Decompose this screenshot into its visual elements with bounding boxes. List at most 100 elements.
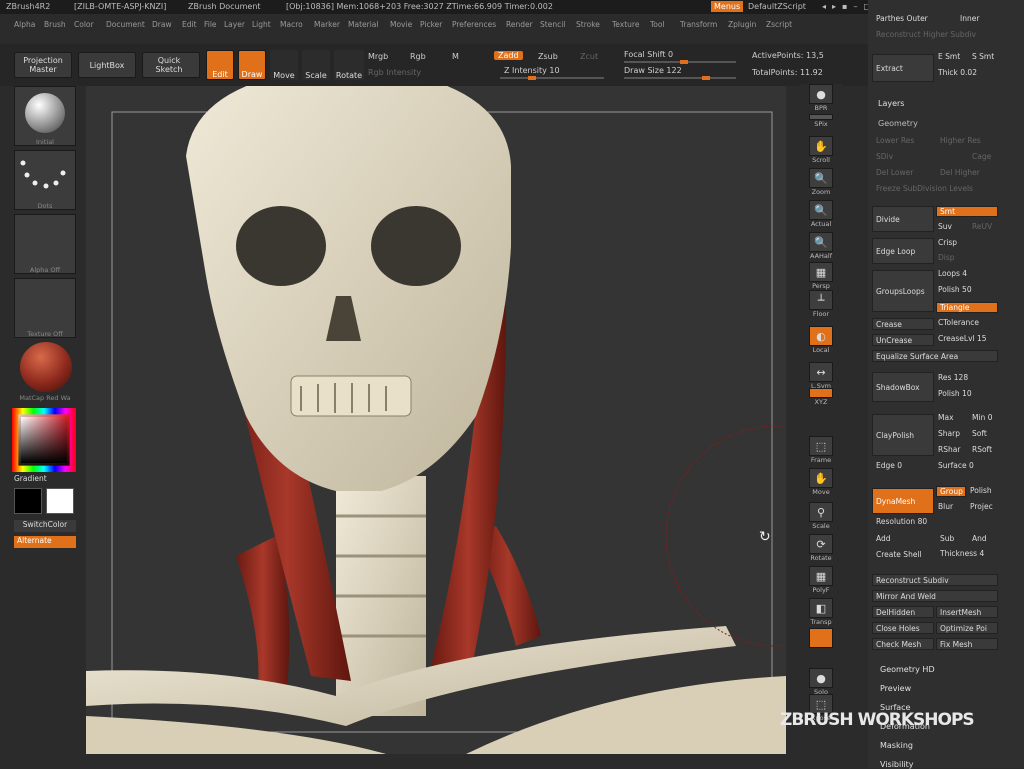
geometry-hd-section[interactable]: Geometry HD <box>880 665 935 674</box>
shelf-zoom-button[interactable]: 🔍 Zoom <box>806 168 836 196</box>
menu-macro[interactable]: Macro <box>280 20 303 29</box>
divide-button[interactable]: Divide <box>872 206 934 232</box>
menu-brush[interactable]: Brush <box>44 20 66 29</box>
check-mesh-button[interactable]: Check Mesh <box>872 638 934 650</box>
geometry-section[interactable]: Geometry <box>878 119 918 128</box>
menu-stroke[interactable]: Stroke <box>576 20 600 29</box>
menu-tool[interactable]: Tool <box>650 20 665 29</box>
cage-button[interactable]: Cage <box>972 152 991 161</box>
close-holes-button[interactable]: Close Holes <box>872 622 934 634</box>
menu-preferences[interactable]: Preferences <box>452 20 496 29</box>
menu-zscript[interactable]: Zscript <box>766 20 792 29</box>
material-thumbnail[interactable] <box>14 342 76 402</box>
menu-texture[interactable]: Texture <box>612 20 639 29</box>
shelf-lsym-button[interactable]: ↔ L.Sym <box>806 362 836 390</box>
soft-slider[interactable]: Soft <box>972 429 987 438</box>
preview-section[interactable]: Preview <box>880 684 911 693</box>
zcut-button[interactable]: Zcut <box>580 52 598 61</box>
shelf-aahalf-button[interactable]: 🔍 AAHalf <box>806 232 836 260</box>
secondary-color-swatch[interactable] <box>14 488 42 514</box>
menu-marker[interactable]: Marker <box>314 20 340 29</box>
color-picker[interactable] <box>12 408 76 472</box>
menu-light[interactable]: Light <box>252 20 271 29</box>
shelf-persp-button[interactable]: ▦ Persp <box>806 262 836 290</box>
z-intensity-slider[interactable]: Z Intensity 10 <box>504 66 560 75</box>
smt-toggle[interactable]: Smt <box>936 206 998 217</box>
alpha-thumbnail[interactable] <box>14 214 76 274</box>
create-shell-button[interactable]: Create Shell <box>876 550 922 559</box>
ctolerance-slider[interactable]: CTolerance <box>938 318 979 327</box>
equalize-surface-area-button[interactable]: Equalize Surface Area <box>872 350 998 362</box>
suv-toggle[interactable]: Suv <box>938 222 952 231</box>
menu-zplugin[interactable]: Zplugin <box>728 20 756 29</box>
shelf-frame-button[interactable]: ⬚ Frame <box>806 436 836 464</box>
edit-button[interactable]: Edit <box>206 50 234 80</box>
lower-res-button[interactable]: Lower Res <box>876 136 914 145</box>
menu-transform[interactable]: Transform <box>680 20 717 29</box>
shelf-scale-button[interactable]: ⚲ Scale <box>806 502 836 530</box>
primary-color-swatch[interactable] <box>46 488 74 514</box>
z-intensity-track[interactable] <box>500 76 604 80</box>
menu-color[interactable]: Color <box>74 20 94 29</box>
resolution-slider[interactable]: Resolution 80 <box>876 517 927 526</box>
brush-thumbnail[interactable] <box>14 86 76 146</box>
menu-edit[interactable]: Edit <box>182 20 197 29</box>
max-slider[interactable]: Max <box>938 413 954 422</box>
edge-slider[interactable]: Edge 0 <box>876 461 902 470</box>
claypolish-button[interactable]: ClayPolish <box>872 414 934 456</box>
zadd-button[interactable]: Zadd <box>494 51 523 60</box>
edge-loop-button[interactable]: Edge Loop <box>872 238 934 264</box>
del-higher-button[interactable]: Del Higher <box>940 168 980 177</box>
polish-10-slider[interactable]: Polish 10 <box>938 389 972 398</box>
menu-movie[interactable]: Movie <box>390 20 412 29</box>
move-mode-button[interactable]: Move <box>270 50 298 80</box>
lightbox-button[interactable]: LightBox <box>78 52 136 78</box>
focal-shift-track[interactable] <box>624 60 736 64</box>
switchcolor-button[interactable]: SwitchColor <box>14 520 76 532</box>
triangle-toggle[interactable]: Triangle <box>936 302 998 313</box>
draw-size-track[interactable] <box>624 76 736 80</box>
e-smt-toggle[interactable]: E Smt <box>938 52 960 61</box>
shelf-rotate-button[interactable]: ⟳ Rotate <box>806 534 836 562</box>
shelf-spix-button[interactable]: SPix <box>806 114 836 128</box>
menu-file[interactable]: File <box>204 20 217 29</box>
gradient-label[interactable]: Gradient <box>14 474 47 483</box>
project-toggle[interactable]: Projec <box>970 502 993 511</box>
menu-draw[interactable]: Draw <box>152 20 172 29</box>
menus-button[interactable]: Menus <box>711 1 744 12</box>
crisp-toggle[interactable]: Crisp <box>938 238 957 247</box>
rsoft-slider[interactable]: RSoft <box>972 445 992 454</box>
default-zscript[interactable]: DefaultZScript <box>748 2 806 11</box>
polish-slider[interactable]: Polish 50 <box>938 285 972 294</box>
quick-sketch-button[interactable]: Quick Sketch <box>142 52 200 78</box>
document-canvas[interactable]: ↻ <box>86 86 786 754</box>
scale-mode-button[interactable]: Scale <box>302 50 330 80</box>
draw-button[interactable]: Draw <box>238 50 266 80</box>
rotate-mode-button[interactable]: Rotate <box>334 50 364 80</box>
blur-slider[interactable]: Blur <box>938 502 953 511</box>
shelf-solo-button[interactable]: ● Solo <box>806 668 836 696</box>
menu-render[interactable]: Render <box>506 20 533 29</box>
shelf-scroll-button[interactable]: ✋ Scroll <box>806 136 836 164</box>
loops-slider[interactable]: Loops 4 <box>938 269 967 278</box>
freeze-subdivision-button[interactable]: Freeze SubDivision Levels <box>876 184 973 193</box>
alternate-button[interactable]: Alternate <box>14 536 76 548</box>
shelf-ghost-button[interactable] <box>806 628 836 648</box>
disp-slider[interactable]: Disp <box>938 253 955 262</box>
shelf-move-button[interactable]: ✋ Move <box>806 468 836 496</box>
mirror-and-weld-button[interactable]: Mirror And Weld <box>872 590 998 602</box>
rshar-slider[interactable]: RShar <box>938 445 960 454</box>
shelf-polyf-button[interactable]: ▦ PolyF <box>806 566 836 594</box>
extract-button[interactable]: Extract <box>872 54 934 82</box>
menu-document[interactable]: Document <box>106 20 145 29</box>
optimize-points-button[interactable]: Optimize Poi <box>936 622 998 634</box>
shelf-bpr-button[interactable]: ● BPR <box>806 84 836 112</box>
thickness-slider[interactable]: Thickness 4 <box>940 549 984 558</box>
menu-layer[interactable]: Layer <box>224 20 245 29</box>
group-toggle[interactable]: Group <box>936 486 966 497</box>
mrgb-button[interactable]: Mrgb <box>368 52 388 61</box>
s-smt-toggle[interactable]: S Smt <box>972 52 994 61</box>
min-slider[interactable]: Min 0 <box>972 413 992 422</box>
dynamesh-button[interactable]: DynaMesh <box>872 488 934 514</box>
add-button[interactable]: Add <box>876 534 891 543</box>
